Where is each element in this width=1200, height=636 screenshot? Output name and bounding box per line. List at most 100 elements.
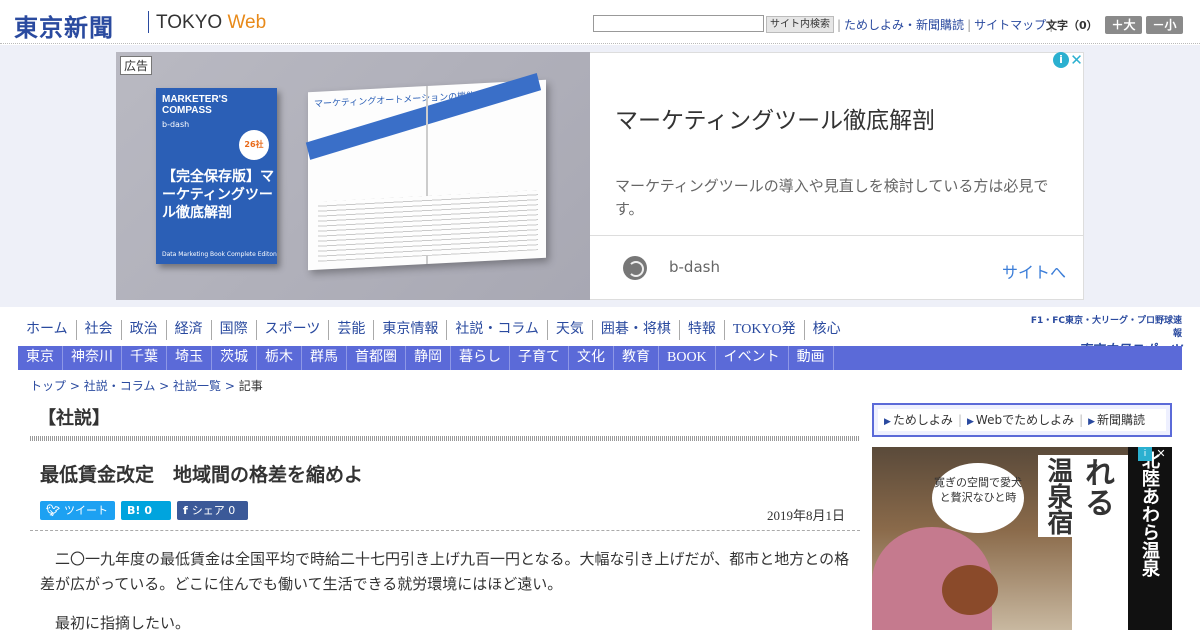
subscribe-links-box: ▶ ためしよみ | ▶ Webでためしよみ | ▶ 新聞購読 [872, 403, 1172, 437]
region-nav-item[interactable]: 千葉 [122, 346, 167, 370]
section-title: 【社説】 [38, 408, 110, 429]
site-header: 東京新聞 TOKYO Web サイト内検索 | ためしよみ・新聞購読 | サイトマップ… [0, 0, 1200, 44]
article-paragraph: 最初に指摘したい。 [55, 614, 191, 632]
nav-item[interactable]: 芸能 [329, 320, 375, 340]
breadcrumb-top[interactable]: トップ [30, 379, 66, 393]
ad-dog-image [942, 565, 998, 615]
arrow-icon: ▶ [966, 417, 974, 427]
nav-item[interactable]: 特報 [680, 320, 725, 340]
globe-icon [623, 256, 647, 280]
region-nav-item[interactable]: 埼玉 [167, 346, 212, 370]
font-smaller-button[interactable]: －小 [1146, 16, 1183, 34]
breadcrumb-current: 記事 [238, 379, 263, 393]
region-nav-item[interactable]: 栃木 [257, 346, 302, 370]
nav-item[interactable]: ホーム [18, 320, 77, 340]
region-nav-item[interactable]: 教育 [614, 346, 659, 370]
nav-item[interactable]: 東京情報 [374, 320, 448, 340]
twitter-icon: 🐦︎ [46, 504, 60, 517]
region-nav-item[interactable]: 東京 [18, 346, 63, 370]
nav-item[interactable]: 社説・コラム [447, 320, 548, 340]
hatena-icon: B! [127, 504, 141, 517]
article-divider [30, 530, 860, 531]
search-button[interactable]: サイト内検索 [766, 16, 834, 33]
region-nav-item[interactable]: 首都圏 [347, 346, 406, 370]
article-date: 2019年8月1日 [767, 508, 846, 523]
secondary-nav: 東京 神奈川 千葉 埼玉 茨城 栃木 群馬 首都圏 静岡 暮らし 子育て 文化 教育 BOOK イベント 動画 [18, 346, 1182, 370]
hatena-count: 0 [144, 504, 153, 517]
spread-band [305, 72, 542, 160]
ad-brand: b-dash [669, 258, 720, 276]
nav-item[interactable]: 経済 [167, 320, 212, 340]
ad-image[interactable]: MARKETER'S COMPASS b-dash 26社 【完全保存版】マーケ… [116, 52, 590, 300]
ad-description: マーケティングツールの導入や見直しを検討している方は必見です。 [615, 177, 1049, 218]
nav-item[interactable]: 囲碁・将棋 [593, 320, 680, 340]
logo-en-suffix: Web [227, 12, 267, 33]
ad-title[interactable]: マーケティングツール徹底解剖 [615, 101, 935, 135]
region-nav-item[interactable]: イベント [716, 346, 789, 370]
sidebar-onsen-ad[interactable]: 寛ぎの空間で愛犬と贅沢なひと時 温泉宿 愛犬と泊まれる 北陸あわら温泉 i ✕ [872, 447, 1172, 630]
nav-item[interactable]: TOKYO発 [725, 320, 805, 340]
spread-text-lines [318, 190, 538, 262]
region-nav-item[interactable]: 文化 [569, 346, 614, 370]
hatena-button[interactable]: B! 0 [121, 501, 171, 520]
link-trial[interactable]: ためしよみ [893, 413, 953, 427]
nav-item[interactable]: 核心 [805, 320, 849, 340]
region-nav-item[interactable]: 神奈川 [63, 346, 122, 370]
book-brand: b-dash [162, 120, 190, 129]
link-sitemap[interactable]: サイトマップ [974, 18, 1046, 32]
nav-item[interactable]: 社会 [77, 320, 122, 340]
ad-site-link[interactable]: サイトへ [1002, 259, 1066, 283]
nav-item[interactable]: 政治 [122, 320, 167, 340]
nav-item[interactable]: スポーツ [257, 320, 330, 340]
region-nav-item[interactable]: 暮らし [451, 346, 510, 370]
ad-book-spread: マーケティングオートメーションの機能 [305, 72, 546, 271]
article-paragraph: 二〇一九年度の最低賃金は全国平均で時給二十七円引き上げ九百一円となる。大幅な引き… [40, 550, 850, 593]
article-headline: 最低賃金改定 地域間の格差を縮めよ [40, 464, 364, 486]
link-subscribe[interactable]: 新聞購読 [1097, 413, 1145, 427]
logo-tokyo-web[interactable]: TOKYO Web [156, 12, 266, 34]
tweet-button[interactable]: 🐦︎ ツイート [40, 501, 115, 520]
breadcrumb: トップ > 社説・コラム > 社説一覧 > 記事 [30, 379, 263, 393]
chunichi-sports-tagline: F1・FC東京・大リーグ・プロ野球速報 [1030, 316, 1182, 339]
adchoices-icon[interactable]: i [1138, 447, 1152, 461]
region-nav-item[interactable]: 群馬 [302, 346, 347, 370]
section-divider [30, 436, 860, 441]
ad-vertical-text-awara: 北陸あわら温泉 [1128, 447, 1172, 630]
ad-divider [590, 235, 1084, 236]
region-nav-item[interactable]: 茨城 [212, 346, 257, 370]
nav-item[interactable]: 天気 [548, 320, 593, 340]
arrow-icon: ▶ [1088, 417, 1096, 427]
close-icon[interactable]: ✕ [1154, 447, 1168, 461]
logo-tokyo-shimbun[interactable]: 東京新聞 [14, 8, 114, 43]
region-nav-item[interactable]: 静岡 [406, 346, 451, 370]
ad-bubble-text: 寛ぎの空間で愛犬と贅沢なひと時 [932, 463, 1024, 533]
breadcrumb-list[interactable]: 社説一覧 [173, 379, 221, 393]
breadcrumb-editorial[interactable]: 社説・コラム [84, 379, 156, 393]
book-subtitle: Data Marketing Book Complete Editon [162, 251, 277, 258]
nav-item[interactable]: 国際 [212, 320, 257, 340]
region-nav-item[interactable]: 子育て [510, 346, 569, 370]
arrow-icon: ▶ [884, 417, 891, 427]
primary-nav: ホーム 社会 政治 経済 国際 スポーツ 芸能 東京情報 社説・コラム 天気 囲碁・将棋 特報 TOKY… [18, 320, 849, 342]
logo-divider [148, 11, 149, 33]
book-title: MARKETER'S COMPASS [162, 94, 228, 116]
close-icon[interactable]: ✕ [1069, 52, 1084, 68]
region-nav-item[interactable]: BOOK [659, 346, 716, 370]
logo-en-prefix: TOKYO [156, 12, 228, 33]
ad-label: 広告 [120, 56, 153, 75]
facebook-icon: f [183, 504, 188, 517]
book-main-title: 【完全保存版】マーケティングツール徹底解剖 [162, 169, 274, 221]
search-input[interactable] [593, 15, 764, 32]
book-badge: 26社 [239, 130, 269, 160]
ad-book-cover: MARKETER'S COMPASS b-dash 26社 【完全保存版】マーケ… [156, 88, 277, 264]
link-web-trial[interactable]: Webでためしよみ [976, 413, 1074, 427]
tweet-label: ツイート [63, 504, 108, 517]
region-nav-item[interactable]: 動画 [789, 346, 834, 370]
adchoices-icon[interactable]: i [1053, 52, 1069, 68]
facebook-share-button[interactable]: f シェア 0 [177, 501, 248, 520]
link-trial-subscribe[interactable]: ためしよみ・新聞購読 [844, 18, 964, 32]
facebook-label: シェア 0 [191, 504, 236, 517]
font-size-label: 文字（0） [1046, 19, 1098, 32]
header-links: | ためしよみ・新聞購読 | サイトマップ | [837, 18, 1054, 32]
font-larger-button[interactable]: ＋大 [1105, 16, 1142, 34]
